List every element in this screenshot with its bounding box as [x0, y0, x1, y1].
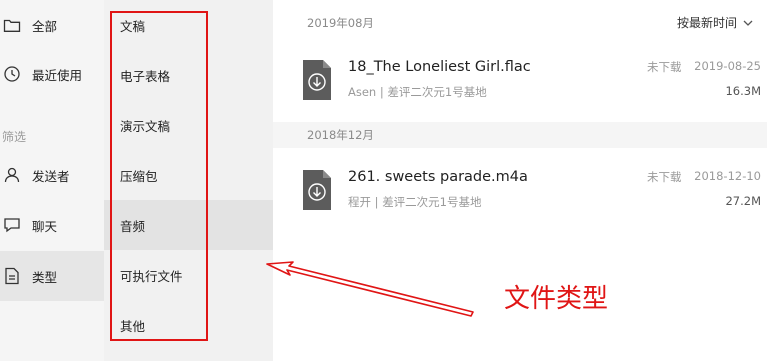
nav-item-label: 类型 [32, 269, 58, 285]
download-status: 未下载 [647, 60, 682, 74]
file-sender: Asen [348, 85, 377, 99]
filter-section-label: 筛选 [2, 130, 27, 144]
file-chat: 差评二次元1号基地 [382, 195, 482, 209]
group-header-label: 2018年12月 [307, 128, 374, 142]
document-icon [2, 266, 22, 286]
nav-item-label: 最近使用 [32, 67, 83, 83]
nav-item-type[interactable]: 类型 [0, 251, 104, 301]
nav-item-label: 全部 [32, 18, 58, 34]
highlight-box [110, 11, 208, 341]
file-size: 27.2M [725, 194, 761, 208]
file-row[interactable]: 18_The Loneliest Girl.flac Asen | 差评二次元1… [273, 56, 767, 120]
file-chat: 差评二次元1号基地 [387, 85, 487, 99]
clock-icon [2, 64, 22, 84]
nav-item-recent[interactable]: 最近使用 [0, 49, 104, 99]
group-header: 2018年12月 [273, 122, 767, 148]
sort-dropdown[interactable]: 按最新时间 [677, 14, 753, 31]
left-nav: 全部 最近使用 筛选 发送者 聊天 类型 [0, 0, 104, 361]
download-status: 未下载 [647, 170, 682, 184]
nav-item-label: 聊天 [32, 218, 58, 234]
nav-item-sender[interactable]: 发送者 [0, 150, 104, 200]
file-sender: 程开 [348, 195, 371, 209]
file-name: 18_The Loneliest Girl.flac [348, 59, 531, 75]
sort-label: 按最新时间 [676, 16, 737, 30]
folder-icon [2, 15, 22, 35]
person-icon [2, 165, 22, 185]
nav-item-all[interactable]: 全部 [0, 0, 104, 50]
chevron-down-icon [743, 16, 753, 30]
annotation-label: 文件类型 [504, 284, 609, 314]
group-header-label: 2019年08月 [307, 16, 374, 30]
file-row[interactable]: 261. sweets parade.m4a 程开 | 差评二次元1号基地 未下… [273, 166, 767, 230]
file-name: 261. sweets parade.m4a [348, 169, 528, 185]
file-date: 2019-08-25 [694, 59, 761, 73]
nav-item-label: 发送者 [32, 168, 70, 184]
nav-item-chat[interactable]: 聊天 [0, 200, 104, 250]
file-size: 16.3M [725, 84, 761, 98]
audio-file-icon [303, 60, 331, 100]
file-date: 2018-12-10 [694, 169, 761, 183]
audio-file-icon [303, 170, 331, 210]
chat-icon [2, 215, 22, 235]
file-meta: 程开 | 差评二次元1号基地 [348, 194, 482, 210]
file-meta: Asen | 差评二次元1号基地 [348, 84, 487, 100]
